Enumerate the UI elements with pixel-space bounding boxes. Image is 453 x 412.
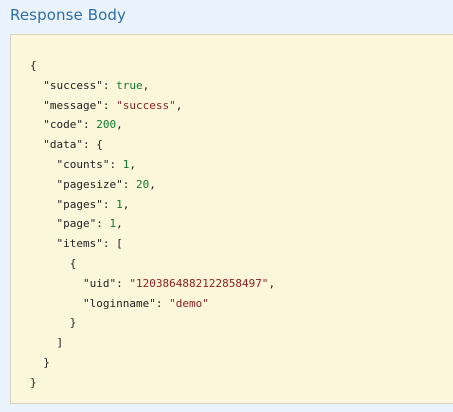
json-key-data: "data" — [43, 138, 83, 152]
json-value-message: "success" — [116, 98, 176, 112]
json-key-success: "success" — [43, 78, 103, 92]
json-value-success: true — [116, 78, 143, 92]
json-value-pages: 1 — [116, 197, 123, 211]
json-value-loginname: "demo" — [169, 296, 209, 310]
json-key-code: "code" — [43, 118, 83, 132]
json-open-brace: { — [30, 59, 37, 72]
response-body-panel: Response Body { "success": true, "messag… — [0, 0, 453, 412]
json-value-pagesize: 20 — [135, 177, 150, 191]
response-json: { "success": true, "message": "success",… — [30, 59, 276, 389]
json-item-close-brace: } — [69, 316, 77, 330]
json-close-brace: } — [30, 375, 37, 389]
response-body-title: Response Body — [10, 6, 126, 24]
json-key-pages: "pages" — [56, 197, 103, 211]
json-key-loginname: "loginname" — [82, 296, 156, 310]
json-key-page: "page" — [56, 217, 97, 231]
json-key-pagesize: "pagesize" — [56, 177, 123, 191]
json-item-open-brace: { — [69, 256, 77, 270]
json-items-close-bracket: ] — [56, 336, 64, 350]
json-key-message: "message" — [43, 98, 103, 112]
json-data-close-brace: } — [43, 355, 50, 369]
json-value-code: 200 — [96, 118, 117, 132]
json-value-uid: "1203864882122858497" — [129, 276, 269, 290]
json-key-counts: "counts" — [56, 157, 110, 171]
json-key-uid: "uid" — [82, 276, 117, 290]
response-body-code-box[interactable]: { "success": true, "message": "success",… — [10, 34, 453, 404]
json-key-items: "items" — [56, 237, 103, 251]
